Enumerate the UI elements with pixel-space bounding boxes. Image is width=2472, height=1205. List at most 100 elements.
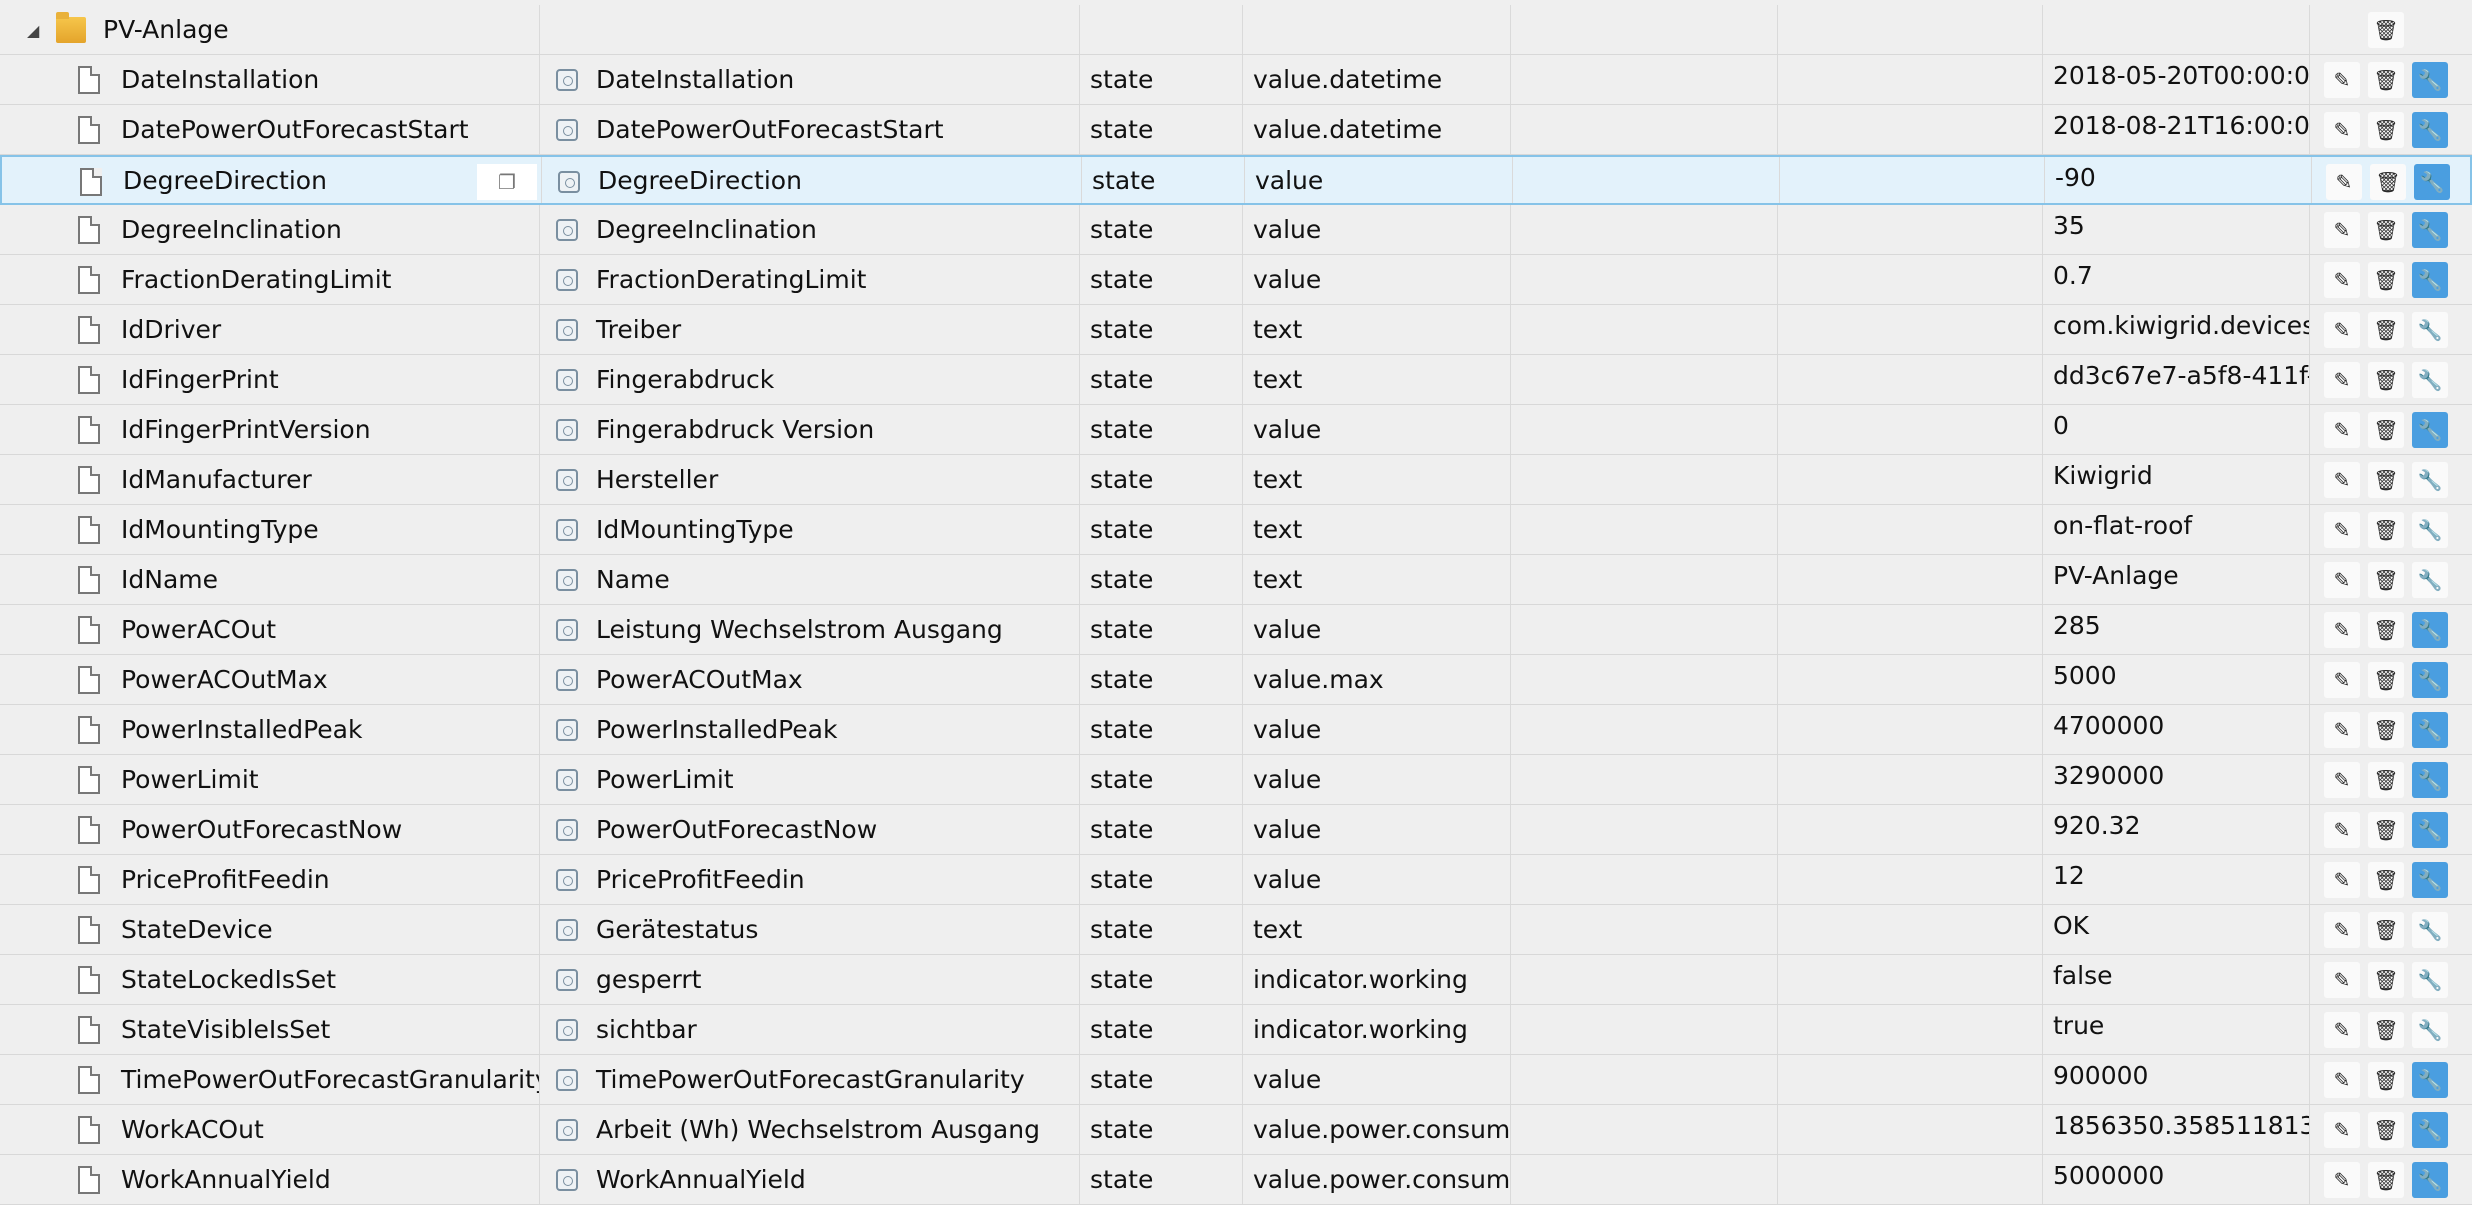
custom-settings-button[interactable]: 🔧 — [2412, 212, 2448, 248]
name-cell[interactable]: Fingerabdruck — [540, 355, 1080, 404]
custom-settings-button[interactable]: 🔧 — [2412, 712, 2448, 748]
delete-button[interactable]: 🗑 — [2368, 62, 2404, 98]
table-row[interactable]: StateDevice Gerätestatus state text OK ✎ 🗑 🔧 — [0, 905, 2472, 955]
table-row[interactable]: PowerOutForecastNow PowerOutForecastNow st… — [0, 805, 2472, 855]
custom-settings-button[interactable]: 🔧 — [2412, 912, 2448, 948]
table-row[interactable]: PriceProfitFeedin PriceProfitFeedin state v… — [0, 855, 2472, 905]
value-cell[interactable]: 920.32 — [2043, 805, 2310, 854]
delete-button[interactable]: 🗑 — [2368, 212, 2404, 248]
delete-button[interactable]: 🗑 — [2368, 1062, 2404, 1098]
edit-button[interactable]: ✎ — [2324, 912, 2360, 948]
edit-button[interactable]: ✎ — [2324, 312, 2360, 348]
id-cell[interactable]: PriceProfitFeedin — [0, 855, 540, 904]
table-row[interactable]: DateInstallation DateInstallation state val… — [0, 55, 2472, 105]
value-cell[interactable]: 35 — [2043, 205, 2310, 254]
value-cell[interactable]: 5000 — [2043, 655, 2310, 704]
delete-button[interactable]: 🗑 — [2368, 462, 2404, 498]
edit-button[interactable]: ✎ — [2324, 412, 2360, 448]
name-cell[interactable]: WorkAnnualYield — [540, 1155, 1080, 1204]
edit-button[interactable]: ✎ — [2324, 562, 2360, 598]
id-cell[interactable]: PowerLimit — [0, 755, 540, 804]
folder-row[interactable]: ◢ PV-Anlage 🗑 — [0, 5, 2472, 55]
delete-button[interactable]: 🗑 — [2368, 412, 2404, 448]
name-cell[interactable]: DatePowerOutForecastStart — [540, 105, 1080, 154]
edit-button[interactable]: ✎ — [2324, 662, 2360, 698]
table-row[interactable]: DatePowerOutForecastStart DatePowerOutFor… — [0, 105, 2472, 155]
custom-settings-button[interactable]: 🔧 — [2412, 562, 2448, 598]
table-row[interactable]: IdFingerPrint Fingerabdruck state text dd3c6… — [0, 355, 2472, 405]
custom-settings-button[interactable]: 🔧 — [2412, 1162, 2448, 1198]
custom-settings-button[interactable]: 🔧 — [2412, 512, 2448, 548]
custom-settings-button[interactable]: 🔧 — [2412, 862, 2448, 898]
table-row[interactable]: IdMountingType IdMountingType state text on-… — [0, 505, 2472, 555]
value-cell[interactable]: com.kiwigrid.devices.p — [2043, 305, 2310, 354]
edit-button[interactable]: ✎ — [2326, 164, 2362, 200]
id-cell[interactable]: DegreeInclination — [0, 205, 540, 254]
name-cell[interactable]: DegreeDirection — [542, 157, 1082, 203]
name-cell[interactable]: Arbeit (Wh) Wechselstrom Ausgang — [540, 1105, 1080, 1154]
name-cell[interactable]: FractionDeratingLimit — [540, 255, 1080, 304]
id-cell[interactable]: IdName — [0, 555, 540, 604]
table-row[interactable]: IdDriver Treiber state text com.kiwigrid.dev… — [0, 305, 2472, 355]
name-cell[interactable]: Treiber — [540, 305, 1080, 354]
id-cell[interactable]: IdManufacturer — [0, 455, 540, 504]
table-row[interactable]: IdFingerPrintVersion Fingerabdruck Versio… — [0, 405, 2472, 455]
id-cell[interactable]: DatePowerOutForecastStart — [0, 105, 540, 154]
value-cell[interactable]: dd3c67e7-a5f8-411f-8 — [2043, 355, 2310, 404]
name-cell[interactable]: Name — [540, 555, 1080, 604]
table-row[interactable]: StateVisibleIsSet sichtbar state indicator.… — [0, 1005, 2472, 1055]
delete-button[interactable]: 🗑 — [2368, 1012, 2404, 1048]
edit-button[interactable]: ✎ — [2324, 462, 2360, 498]
delete-button[interactable]: 🗑 — [2368, 612, 2404, 648]
name-cell[interactable]: DegreeInclination — [540, 205, 1080, 254]
name-cell[interactable]: PowerACOutMax — [540, 655, 1080, 704]
table-row[interactable]: DegreeDirection ❐ DegreeDirection state valu… — [0, 155, 2472, 205]
table-row[interactable]: PowerLimit PowerLimit state value 3290000 ✎ 🗑 🔧 — [0, 755, 2472, 805]
value-cell[interactable]: 285 — [2043, 605, 2310, 654]
value-cell[interactable]: 4700000 — [2043, 705, 2310, 754]
name-cell[interactable]: DateInstallation — [540, 55, 1080, 104]
delete-button[interactable]: 🗑 — [2368, 362, 2404, 398]
edit-button[interactable]: ✎ — [2324, 1012, 2360, 1048]
id-cell[interactable]: DegreeDirection ❐ — [2, 157, 542, 203]
id-cell[interactable]: IdMountingType — [0, 505, 540, 554]
custom-settings-button[interactable]: 🔧 — [2412, 462, 2448, 498]
value-cell[interactable]: 5000000 — [2043, 1155, 2310, 1204]
value-cell[interactable]: 3290000 — [2043, 755, 2310, 804]
table-row[interactable]: FractionDeratingLimit FractionDeratingLim… — [0, 255, 2472, 305]
edit-button[interactable]: ✎ — [2324, 712, 2360, 748]
custom-settings-button[interactable]: 🔧 — [2412, 312, 2448, 348]
custom-settings-button[interactable]: 🔧 — [2412, 612, 2448, 648]
edit-button[interactable]: ✎ — [2324, 762, 2360, 798]
value-cell[interactable]: PV-Anlage — [2043, 555, 2310, 604]
value-cell[interactable]: 0 — [2043, 405, 2310, 454]
value-cell[interactable]: 12 — [2043, 855, 2310, 904]
value-cell[interactable]: -90 — [2045, 157, 2312, 203]
custom-settings-button[interactable]: 🔧 — [2412, 1112, 2448, 1148]
edit-button[interactable]: ✎ — [2324, 1162, 2360, 1198]
custom-settings-button[interactable]: 🔧 — [2412, 362, 2448, 398]
id-cell[interactable]: IdFingerPrintVersion — [0, 405, 540, 454]
custom-settings-button[interactable]: 🔧 — [2412, 262, 2448, 298]
value-cell[interactable]: 0.7 — [2043, 255, 2310, 304]
name-cell[interactable]: Hersteller — [540, 455, 1080, 504]
id-cell[interactable]: StateDevice — [0, 905, 540, 954]
edit-button[interactable]: ✎ — [2324, 812, 2360, 848]
name-cell[interactable]: Leistung Wechselstrom Ausgang — [540, 605, 1080, 654]
edit-button[interactable]: ✎ — [2324, 1112, 2360, 1148]
id-cell[interactable]: TimePowerOutForecastGranularity — [0, 1055, 540, 1104]
value-cell[interactable]: 1856350.358511813 — [2043, 1105, 2310, 1154]
value-cell[interactable]: on-flat-roof — [2043, 505, 2310, 554]
custom-settings-button[interactable]: 🔧 — [2412, 1062, 2448, 1098]
delete-button[interactable]: 🗑 — [2368, 1112, 2404, 1148]
copy-icon[interactable]: ❐ — [477, 164, 537, 200]
folder-delete-button[interactable]: 🗑 — [2368, 12, 2404, 48]
delete-button[interactable]: 🗑 — [2368, 912, 2404, 948]
custom-settings-button[interactable]: 🔧 — [2412, 112, 2448, 148]
value-cell[interactable]: Kiwigrid — [2043, 455, 2310, 504]
name-cell[interactable]: sichtbar — [540, 1005, 1080, 1054]
table-row[interactable]: PowerInstalledPeak PowerInstalledPeak stat… — [0, 705, 2472, 755]
value-cell[interactable]: 900000 — [2043, 1055, 2310, 1104]
value-cell[interactable]: true — [2043, 1005, 2310, 1054]
delete-button[interactable]: 🗑 — [2368, 712, 2404, 748]
